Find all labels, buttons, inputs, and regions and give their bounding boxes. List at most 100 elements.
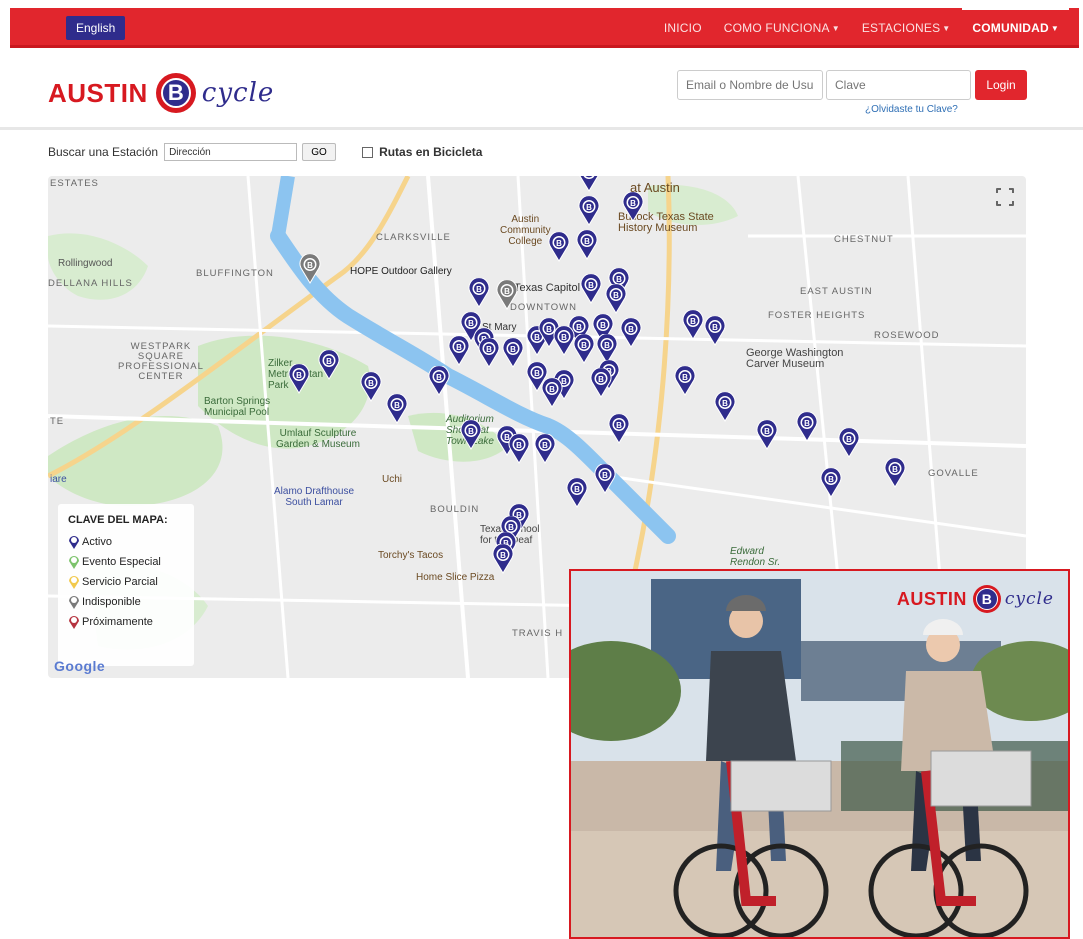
active-station-pin[interactable]: B [580,274,602,304]
active-station-pin[interactable]: B [608,414,630,444]
svg-text:B: B [508,523,514,532]
photo-logo-cycle: cycle [1004,589,1054,609]
forgot-password-link[interactable]: ¿Olvidaste tu Clave? [865,104,958,115]
svg-text:B: B [549,385,555,394]
active-station-pin[interactable]: B [360,372,382,402]
active-station-pin[interactable]: B [756,420,778,450]
legend-label: Indisponible [82,596,141,608]
svg-text:B: B [600,321,606,330]
active-station-pin[interactable]: B [448,336,470,366]
active-station-pin[interactable]: B [838,428,860,458]
svg-text:B: B [500,551,506,560]
active-station-pin[interactable]: B [386,394,408,424]
promo-photo: AUSTIN B cycle [569,569,1070,939]
nav-como-funciona-label: COMO FUNCIONA [723,21,830,35]
nav-como-funciona[interactable]: COMO FUNCIONA ▼ [724,8,840,48]
active-station-pin[interactable]: B [502,338,524,368]
map-label: Texas Capitol [514,282,581,294]
map-label: DELLANA HILLS [48,278,133,289]
active-station-pin[interactable]: B [428,366,450,396]
svg-text:B: B [613,291,619,300]
map-label: WESTPARK SQUARE PROFESSIONAL CENTER [118,341,204,382]
svg-text:B: B [486,345,492,354]
logo-b-badge: B [155,73,196,113]
legend-label: Evento Especial [82,556,161,568]
nav-inicio[interactable]: INICIO [664,8,702,48]
active-station-pin[interactable]: B [590,368,612,398]
active-station-pin[interactable]: B [553,326,575,356]
active-station-pin[interactable]: B [620,318,642,348]
map-label: FOSTER HEIGHTS [768,310,866,321]
svg-text:B: B [630,199,636,208]
active-station-pin[interactable]: B [820,468,842,498]
svg-text:B: B [682,373,688,382]
active-station-pin[interactable]: B [478,338,500,368]
nav-comunidad[interactable]: COMUNIDAD ▼ [962,6,1069,47]
svg-text:B: B [504,287,510,296]
active-station-pin[interactable]: B [714,392,736,422]
unavailable-station-pin[interactable]: B [299,254,321,284]
special-event-pin-icon [69,556,79,569]
map-label: Torchy's Tacos [378,550,444,561]
svg-text:B: B [586,176,592,178]
map-label: Home Slice Pizza [416,572,495,583]
unavailable-station-pin[interactable]: B [496,280,518,310]
active-station-pin[interactable]: B [548,232,570,262]
bike-routes-toggle[interactable]: Rutas en Bicicleta [362,145,482,159]
login-button[interactable]: Login [975,70,1027,100]
svg-text:B: B [468,319,474,328]
nav-inicio-label: INICIO [663,21,702,35]
coming-soon-pin-icon [69,616,79,629]
active-station-pin[interactable]: B [288,364,310,394]
map-label: Edward Rendon Sr. [730,546,781,568]
routes-checkbox[interactable] [362,146,374,158]
active-station-pin[interactable]: B [492,544,514,574]
fullscreen-icon[interactable] [995,187,1015,207]
routes-label: Rutas en Bicicleta [379,145,483,159]
active-station-pin[interactable]: B [573,334,595,364]
language-button[interactable]: English [66,16,126,40]
nav-links: INICIO COMO FUNCIONA ▼ ESTACIONES ▼ COMUNI… [642,6,1069,48]
svg-text:B: B [307,261,313,270]
map-label: Alamo Drafthouse South Lamar [274,486,355,508]
google-logo: Google [54,658,106,674]
active-station-pin[interactable]: B [884,458,906,488]
active-station-pin[interactable]: B [605,284,627,314]
active-station-pin[interactable]: B [318,350,340,380]
map-label: GOVALLE [928,468,979,479]
username-input[interactable] [677,70,823,100]
svg-text:B: B [510,345,516,354]
active-station-pin[interactable]: B [594,464,616,494]
svg-text:B: B [296,371,302,380]
password-input[interactable] [826,70,971,100]
active-station-pin[interactable]: B [578,196,600,226]
active-station-pin[interactable]: B [460,420,482,450]
legend-label: Próximamente [82,616,153,628]
active-station-pin[interactable]: B [508,434,530,464]
map-label: CHESTNUT [834,234,894,245]
active-station-pin[interactable]: B [534,434,556,464]
svg-text:B: B [542,441,548,450]
go-button[interactable]: GO [302,143,337,161]
nav-estaciones[interactable]: ESTACIONES ▼ [862,8,951,48]
svg-text:B: B [576,323,582,332]
svg-text:B: B [574,485,580,494]
active-station-pin[interactable]: B [796,412,818,442]
header-divider [0,127,1083,130]
address-input[interactable] [164,143,298,161]
active-station-pin[interactable]: B [674,366,696,396]
active-station-pin[interactable]: B [566,478,588,508]
svg-text:B: B [581,341,587,350]
nav-comunidad-label: COMUNIDAD [972,21,1049,35]
active-station-pin[interactable]: B [622,192,644,222]
nav-estaciones-label: ESTACIONES [861,21,941,35]
active-station-pin[interactable]: B [541,378,563,408]
site-logo[interactable]: AUSTIN B cycle [48,70,274,116]
map-label: TE [50,416,65,427]
active-station-pin[interactable]: B [578,176,600,192]
active-station-pin[interactable]: B [576,230,598,260]
active-station-pin[interactable]: B [682,310,704,340]
active-station-pin[interactable]: B [468,278,490,308]
active-station-pin[interactable]: B [704,316,726,346]
logo-b-letter: B [160,78,191,108]
